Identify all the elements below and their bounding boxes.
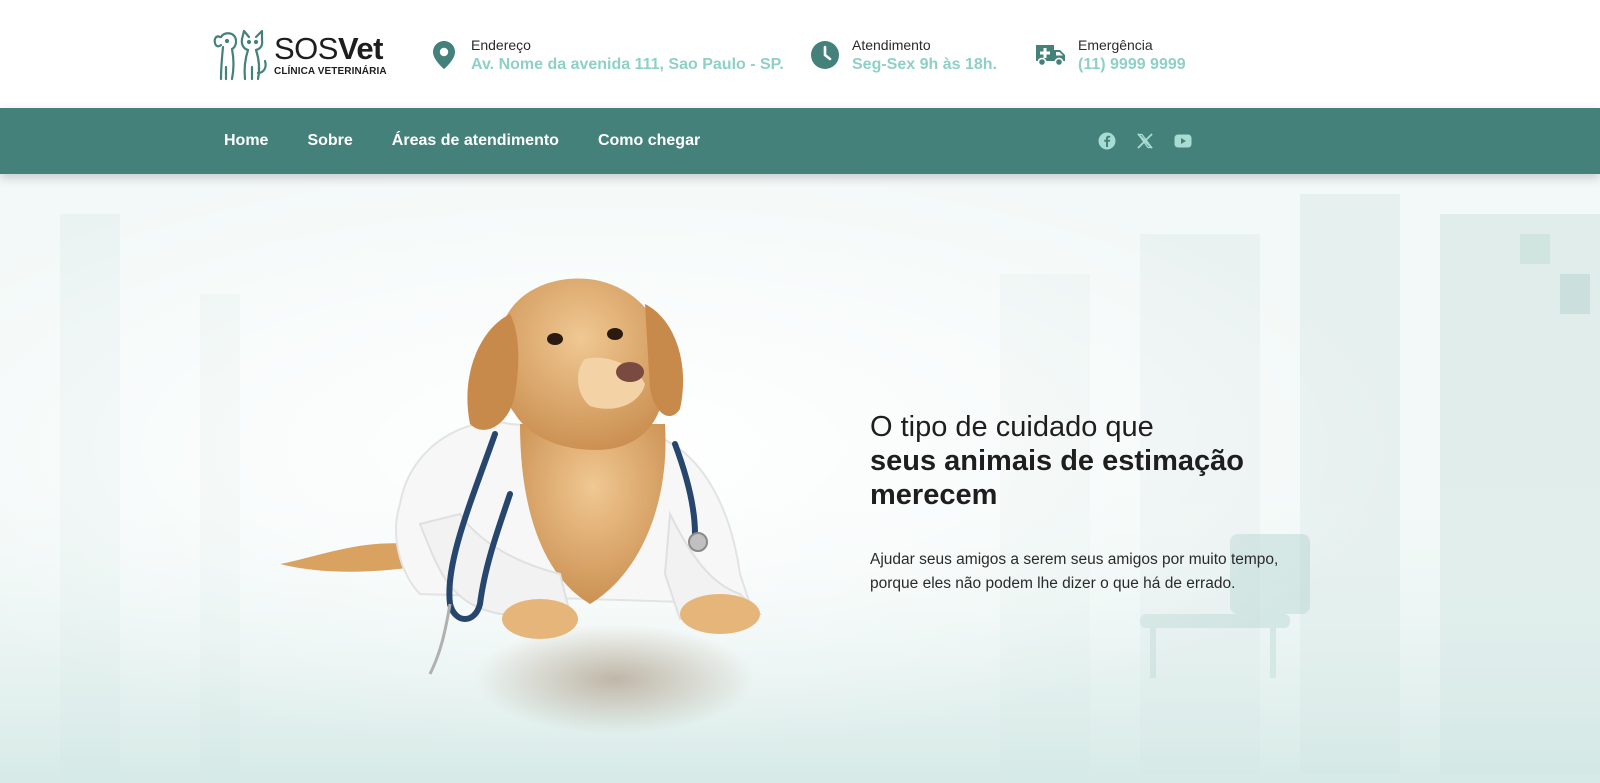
dog-cat-logo-icon	[213, 29, 267, 81]
emergency-phone[interactable]: (11) 9999 9999	[1078, 54, 1186, 76]
nav-item-areas[interactable]: Áreas de atendimento	[392, 132, 559, 150]
nav-item-sobre[interactable]: Sobre	[307, 132, 352, 150]
brand-tagline: CLÍNICA VETERINÁRIA	[274, 66, 387, 77]
address-info: Endereço Av. Nome da avenida 111, Sao Pa…	[427, 36, 784, 76]
x-icon[interactable]	[1135, 131, 1155, 151]
main-navbar: Home Sobre Áreas de atendimento Como che…	[0, 108, 1600, 174]
emergency-info: Emergência (11) 9999 9999	[1034, 36, 1186, 76]
clock-icon	[808, 38, 842, 72]
logo[interactable]: SOSVet CLÍNICA VETERINÁRIA	[212, 26, 392, 84]
facebook-icon[interactable]	[1097, 131, 1117, 151]
address-label: Endereço	[471, 37, 531, 53]
top-header: SOSVet CLÍNICA VETERINÁRIA Endereço Av. …	[0, 0, 1600, 108]
hero-title: O tipo de cuidado que seus animais de es…	[870, 410, 1330, 512]
hours-value: Seg-Sex 9h às 18h.	[852, 56, 997, 73]
hero-title-line1: O tipo de cuidado que	[870, 411, 1154, 443]
address-value[interactable]: Av. Nome da avenida 111, Sao Paulo - SP.	[471, 54, 784, 76]
brand-name-bold: Vet	[337, 31, 384, 66]
map-pin-icon	[427, 38, 461, 72]
emergency-label: Emergência	[1078, 37, 1153, 53]
youtube-icon[interactable]	[1173, 131, 1193, 151]
social-links	[1097, 108, 1211, 174]
clinic-background-image	[0, 174, 1600, 783]
ambulance-icon	[1034, 38, 1068, 72]
nav-menu: Home Sobre Áreas de atendimento Como che…	[224, 108, 739, 174]
hours-label: Atendimento	[852, 37, 931, 53]
brand-name-light: SOS	[274, 31, 338, 66]
hero-section: O tipo de cuidado que seus animais de es…	[0, 174, 1600, 783]
hero-subtitle: Ajudar seus amigos a serem seus amigos p…	[870, 551, 1279, 592]
hours-info: Atendimento Seg-Sex 9h às 18h.	[808, 36, 997, 76]
hero-title-line2: seus animais de estimação merecem	[870, 445, 1244, 511]
dog-in-lab-coat-image	[280, 278, 763, 734]
nav-item-como-chegar[interactable]: Como chegar	[598, 132, 700, 150]
nav-item-home[interactable]: Home	[224, 132, 268, 150]
hero-text: O tipo de cuidado que seus animais de es…	[870, 410, 1330, 596]
brand-name: SOSVet	[274, 33, 387, 65]
